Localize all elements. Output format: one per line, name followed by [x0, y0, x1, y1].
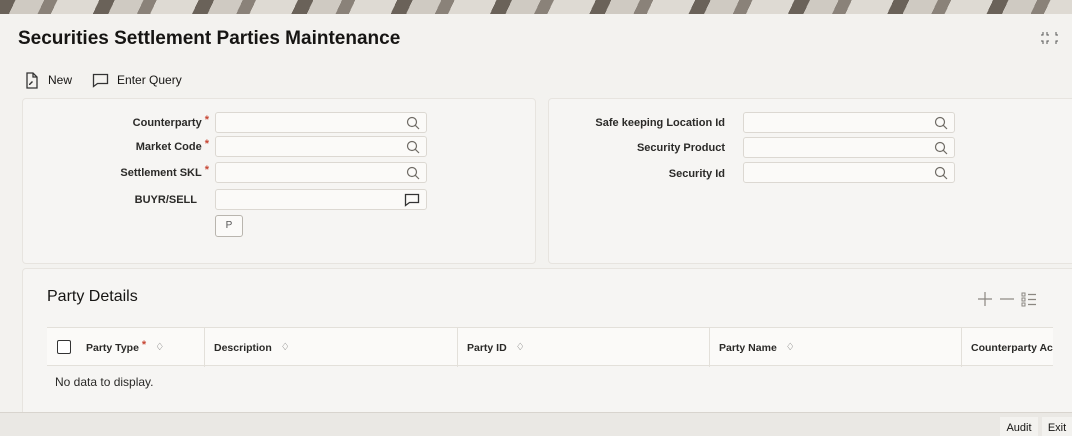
- security-product-input[interactable]: [743, 137, 955, 158]
- audit-button[interactable]: Audit: [1000, 417, 1038, 436]
- grid-actions: [977, 291, 1037, 307]
- footer-bar: Audit Exit: [0, 412, 1072, 436]
- required-indicator: *: [204, 114, 209, 126]
- search-icon[interactable]: [934, 166, 948, 180]
- required-indicator: *: [141, 338, 147, 351]
- empty-grid-message: No data to display.: [55, 375, 154, 389]
- right-form-panel: Safe keeping Location Id Security Produc…: [548, 98, 1072, 264]
- left-form-panel: Counterparty * Market Code * Settlement SK…: [22, 98, 536, 264]
- column-party-id[interactable]: Party ID ♢: [457, 328, 711, 367]
- sort-icon[interactable]: ♢: [786, 342, 795, 353]
- search-icon[interactable]: [934, 141, 948, 155]
- column-settings-icon[interactable]: [1021, 291, 1037, 307]
- safe-keeping-location-id-label: Safe keeping Location Id: [595, 117, 725, 129]
- column-party-name[interactable]: Party Name ♢: [709, 328, 961, 367]
- column-counterparty-account[interactable]: Counterparty Account: [961, 328, 1053, 367]
- security-id-label: Security Id: [668, 168, 725, 180]
- buyr-sell-input[interactable]: [215, 189, 427, 210]
- settlement-skl-input[interactable]: [215, 162, 427, 183]
- security-id-input[interactable]: [743, 162, 955, 183]
- new-button[interactable]: New: [24, 71, 73, 89]
- column-description[interactable]: Description ♢: [204, 328, 488, 367]
- enter-query-label: Enter Query: [117, 73, 182, 87]
- market-code-input[interactable]: [215, 136, 427, 157]
- enter-query-icon: [92, 73, 109, 88]
- buyr-sell-label: BUYR/SELL: [134, 194, 197, 206]
- sort-icon[interactable]: ♢: [516, 342, 525, 353]
- sort-icon[interactable]: ♢: [281, 342, 290, 353]
- required-indicator: *: [204, 138, 209, 150]
- counterparty-input[interactable]: [215, 112, 427, 133]
- safe-keeping-location-id-input[interactable]: [743, 112, 955, 133]
- sort-icon[interactable]: ♢: [155, 342, 164, 353]
- p-button[interactable]: P: [215, 215, 243, 237]
- maximize-icon[interactable]: [1040, 30, 1066, 48]
- party-details-section: Party Details Party Type * ♢ Description …: [22, 268, 1072, 418]
- comment-icon[interactable]: [404, 193, 420, 207]
- toolbar: New Enter Query: [24, 70, 202, 90]
- security-product-label: Security Product: [636, 142, 725, 154]
- market-code-label: Market Code *: [135, 138, 209, 153]
- decorative-header-band: [0, 0, 1072, 14]
- search-icon[interactable]: [406, 140, 420, 154]
- grid-header: Party Type * ♢ Description ♢ Party ID ♢ P…: [47, 327, 1053, 367]
- counterparty-label: Counterparty *: [132, 114, 209, 129]
- settlement-skl-label: Settlement SKL *: [120, 164, 209, 179]
- exit-button[interactable]: Exit: [1042, 417, 1072, 436]
- party-details-title: Party Details: [47, 288, 138, 305]
- search-icon[interactable]: [406, 116, 420, 130]
- required-indicator: *: [204, 164, 209, 176]
- enter-query-button[interactable]: Enter Query: [92, 73, 182, 88]
- select-all-checkbox[interactable]: [57, 340, 71, 354]
- column-party-type[interactable]: Party Type * ♢: [77, 328, 209, 367]
- new-label: New: [48, 73, 73, 87]
- new-document-icon: [26, 71, 38, 89]
- page-title: Securities Settlement Parties Maintenanc…: [18, 28, 401, 49]
- search-icon[interactable]: [934, 116, 948, 130]
- remove-icon[interactable]: [999, 291, 1015, 307]
- add-icon[interactable]: [977, 291, 993, 307]
- search-icon[interactable]: [406, 166, 420, 180]
